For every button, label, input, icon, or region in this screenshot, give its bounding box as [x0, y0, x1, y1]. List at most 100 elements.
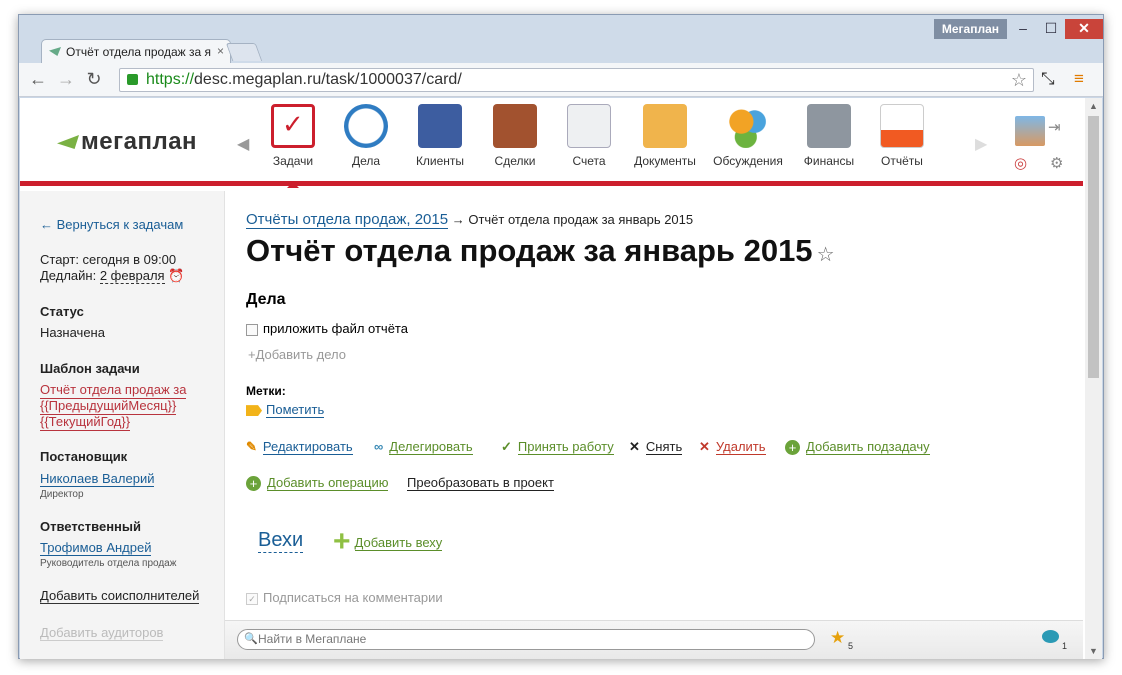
remove-button[interactable]: ✕ Снять	[629, 439, 683, 455]
author-name-link[interactable]: Николаев Валерий	[40, 471, 155, 487]
subscribe-checkbox[interactable]: ✓	[246, 592, 258, 605]
status-heading: Статус	[40, 304, 84, 319]
deadline-value[interactable]: 2 февраля	[99, 268, 165, 284]
browser-tab[interactable]: Отчёт отдела продаж за я ×	[41, 39, 231, 63]
convert-label: Преобразовать в проект	[407, 475, 554, 491]
help-lifebuoy-icon[interactable]: ◎	[1014, 154, 1027, 172]
module-deals[interactable]: Сделки	[476, 104, 554, 168]
task-sidebar: ← Вернуться к задачам Старт: сегодня в 0…	[20, 191, 225, 659]
module-label: Сделки	[494, 154, 536, 168]
maximize-icon[interactable]: ☐	[1037, 19, 1065, 39]
bookmark-star-icon[interactable]: ☆	[1011, 69, 1027, 91]
convert-to-project-button[interactable]: Преобразовать в проект	[407, 475, 554, 491]
favorite-star-icon[interactable]: ☆	[817, 244, 835, 266]
template-link-line1[interactable]: Отчёт отдела продаж за	[40, 382, 187, 399]
delete-label: Удалить	[715, 439, 766, 455]
scrollbar-thumb[interactable]	[1088, 116, 1099, 378]
logo-text: мегаплан	[81, 128, 198, 155]
template-link-line2[interactable]: {{ПредыдущийМесяц}}	[40, 398, 177, 415]
title-bar: Мегаплан – ☐ ✕ Отчёт отдела продаж за я …	[19, 15, 1103, 63]
menu-icon[interactable]: ≡	[1074, 69, 1084, 89]
add-subtask-button[interactable]: + Добавить подзадачу	[785, 439, 930, 456]
delegate-button[interactable]: ∞ Делегировать	[374, 439, 473, 455]
start-time: Старт: сегодня в 09:00	[40, 252, 177, 267]
labels-heading: Метки:	[246, 384, 286, 398]
author-heading: Постановщик	[40, 449, 128, 464]
comments-bubble-icon[interactable]	[1042, 630, 1059, 643]
add-coexecutors-link[interactable]: Добавить соисполнителей	[40, 588, 200, 604]
edit-button[interactable]: ✎ Редактировать	[246, 439, 353, 455]
scroll-down-icon[interactable]: ▼	[1089, 646, 1098, 656]
app-header: мегаплан ◀ Задачи Дела Клиенты Сделки Сч…	[20, 98, 1083, 188]
responsible-heading: Ответственный	[40, 519, 141, 534]
todos-heading: Дела	[246, 291, 286, 308]
plus-circle-icon: +	[246, 476, 261, 492]
comments-count: 1	[1062, 641, 1068, 651]
logout-icon[interactable]: ⇥	[1048, 118, 1061, 136]
module-label: Финансы	[803, 154, 855, 168]
plus-circle-icon: +	[785, 440, 800, 456]
address-bar[interactable]: https://desc.megaplan.ru/task/1000037/ca…	[119, 68, 1034, 92]
avatar[interactable]	[1015, 116, 1045, 146]
breadcrumb-arrow: →	[451, 212, 465, 227]
megaplan-logo[interactable]: мегаплан	[57, 128, 197, 156]
alarm-clock-icon[interactable]: ⏰	[168, 268, 184, 283]
module-bills[interactable]: Счета	[550, 104, 628, 168]
module-label: Счета	[572, 154, 606, 168]
modules-prev-icon[interactable]: ◀	[237, 134, 249, 154]
app-name-badge: Мегаплан	[933, 19, 1007, 39]
back-link-label: Вернуться к задачам	[56, 217, 184, 232]
new-tab-button[interactable]	[225, 43, 263, 61]
add-todo-label: Добавить дело	[255, 347, 347, 362]
delete-button[interactable]: ✕ Удалить	[699, 439, 766, 455]
milestones-heading[interactable]: Вехи	[258, 529, 304, 553]
scroll-up-icon[interactable]: ▲	[1089, 101, 1098, 111]
accept-label: Принять работу	[517, 439, 614, 455]
module-todos[interactable]: Дела	[327, 104, 405, 168]
module-tasks[interactable]: Задачи	[254, 104, 332, 188]
tab-title: Отчёт отдела продаж за я	[66, 45, 212, 59]
module-finance[interactable]: Финансы	[790, 104, 868, 168]
template-link-line3[interactable]: {{ТекущийГод}}	[40, 414, 131, 431]
back-to-tasks-link[interactable]: ← Вернуться к задачам	[40, 217, 183, 232]
forward-arrow-icon[interactable]: →	[55, 69, 77, 90]
modules-next-icon[interactable]: ▶	[975, 134, 987, 154]
delegate-icon: ∞	[374, 439, 384, 454]
search-input[interactable]: 🔍 Найти в Мегаплане	[237, 629, 815, 650]
clients-icon	[418, 104, 462, 148]
back-arrow-icon[interactable]: ←	[27, 69, 49, 90]
settings-gear-icon[interactable]: ⚙	[1050, 154, 1063, 172]
add-auditors-link[interactable]: Добавить аудиторов	[40, 625, 164, 641]
search-icon: 🔍	[244, 633, 258, 645]
tab-close-icon[interactable]: ×	[217, 44, 224, 58]
module-label: Отчёты	[881, 154, 923, 168]
tag-icon	[246, 405, 262, 417]
todo-checkbox[interactable]	[246, 323, 258, 336]
folder-icon	[643, 104, 687, 148]
module-discussions[interactable]: Обсуждения	[709, 104, 787, 168]
add-operation-label: Добавить операцию	[267, 475, 389, 491]
search-placeholder: Найти в Мегаплане	[258, 632, 367, 646]
mark-button[interactable]: Пометить	[246, 402, 325, 418]
close-icon[interactable]: ✕	[1065, 19, 1103, 39]
module-documents[interactable]: Документы	[626, 104, 704, 168]
reload-icon[interactable]: ↻	[83, 69, 105, 90]
deadline-label: Дедлайн:	[40, 268, 97, 283]
minimize-icon[interactable]: –	[1009, 19, 1037, 39]
favorites-star-icon[interactable]: ★	[830, 628, 845, 648]
add-todo-button[interactable]: +Добавить дело	[248, 347, 346, 362]
module-clients[interactable]: Клиенты	[401, 104, 479, 168]
add-milestone-button[interactable]: + Добавить веху	[333, 525, 443, 559]
accept-work-button[interactable]: ✓ Принять работу	[501, 439, 614, 455]
megaplan-favicon-icon	[49, 47, 61, 56]
breadcrumb: Отчёты отдела продаж, 2015 → Отчёт отдел…	[246, 211, 693, 229]
todo-item-label: приложить файл отчёта	[263, 321, 408, 336]
extension-arrows-icon[interactable]: ⤡	[1041, 69, 1055, 89]
module-reports[interactable]: Отчёты	[863, 104, 941, 168]
breadcrumb-parent-link[interactable]: Отчёты отдела продаж, 2015	[246, 211, 449, 229]
responsible-name-link[interactable]: Трофимов Андрей	[40, 540, 152, 556]
pencil-icon: ✎	[246, 439, 257, 454]
page-scrollbar[interactable]: ▲ ▼	[1085, 98, 1102, 659]
add-operation-button[interactable]: + Добавить операцию	[246, 475, 389, 492]
browser-window: Мегаплан – ☐ ✕ Отчёт отдела продаж за я …	[18, 14, 1104, 659]
